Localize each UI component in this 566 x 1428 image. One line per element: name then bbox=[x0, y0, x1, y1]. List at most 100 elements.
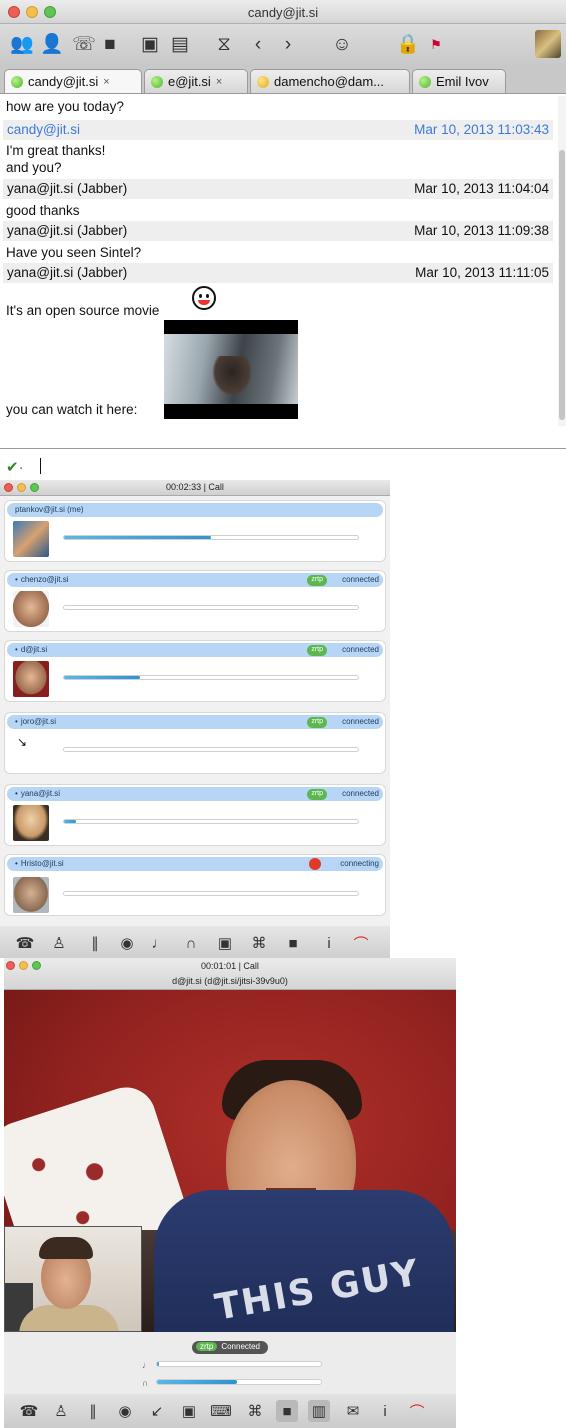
call-icon[interactable]: ☏ bbox=[72, 32, 96, 56]
transfer-icon[interactable]: ↙ bbox=[146, 1400, 168, 1422]
call-duration-title: 00:02:33 | Call bbox=[166, 482, 224, 492]
compose-divider[interactable] bbox=[0, 448, 566, 449]
chat-tabs: candy@jit.si × e@jit.si × damencho@dam..… bbox=[0, 66, 566, 94]
info-icon[interactable]: i bbox=[374, 1400, 396, 1422]
dialpad-icon[interactable]: ☎ bbox=[18, 1400, 40, 1422]
mic-level-fill bbox=[157, 1362, 159, 1366]
video-call-toolbar: ☎ ♙ ∥ ◉ ↙ ▣ ⌨ ⌘ ■ ▥ ✉ i ⌒ bbox=[4, 1394, 456, 1428]
lock-icon[interactable]: 🔒 bbox=[396, 32, 420, 56]
online-status-icon bbox=[151, 75, 163, 88]
conference-call-toolbar: ☎ ♙ ∥ ◉ ♩ ∩ ▣ ⌘ ■ i ⌒ bbox=[0, 926, 390, 958]
connection-status: connected bbox=[342, 645, 379, 654]
tab-damencho[interactable]: damencho@dam... bbox=[250, 69, 410, 93]
participant-avatar bbox=[13, 805, 49, 841]
hold-icon[interactable]: ∥ bbox=[82, 1400, 104, 1422]
participant-header: yana@jit.si zrtp connected bbox=[7, 787, 383, 801]
chat-titlebar: candy@jit.si bbox=[0, 0, 566, 24]
away-status-icon bbox=[257, 75, 269, 88]
audio-level-bar bbox=[63, 535, 359, 540]
audio-level-fill bbox=[64, 536, 211, 539]
hangup-icon[interactable]: ⌒ bbox=[350, 932, 372, 954]
record-icon[interactable]: ◉ bbox=[114, 1400, 136, 1422]
conference-add-icon[interactable]: ♙ bbox=[50, 1400, 72, 1422]
chat-icon[interactable]: ✉ bbox=[342, 1400, 364, 1422]
dialpad-icon[interactable]: ☎ bbox=[14, 932, 36, 954]
desktop-share-icon[interactable]: ▣ bbox=[178, 1400, 200, 1422]
local-participant-panel: ptankov@jit.si (me) bbox=[4, 500, 386, 562]
full-screen-icon[interactable]: ⌘ bbox=[244, 1400, 266, 1422]
participant-header: chenzo@jit.si zrtp connected bbox=[7, 573, 383, 587]
participant-panel: joro@jit.si zrtp connected ↘ bbox=[4, 712, 386, 774]
message-header: yana@jit.si (Jabber) Mar 10, 2013 11:11:… bbox=[3, 263, 553, 283]
desktop-share-icon[interactable]: ▣ bbox=[214, 932, 236, 954]
audio-level-bar bbox=[63, 747, 359, 752]
zrtp-secure-badge[interactable]: zrtp bbox=[307, 644, 327, 656]
info-icon[interactable]: i bbox=[318, 932, 340, 954]
forward-icon[interactable]: › bbox=[276, 32, 300, 56]
message-timestamp: Mar 10, 2013 11:03:43 bbox=[414, 122, 549, 137]
message-text: and you? bbox=[6, 160, 62, 175]
tab-candy[interactable]: candy@jit.si × bbox=[4, 69, 142, 93]
compose-format-icon[interactable]: ✔· bbox=[6, 458, 24, 476]
message-header: yana@jit.si (Jabber) Mar 10, 2013 11:04:… bbox=[3, 179, 553, 199]
tab-e[interactable]: e@jit.si × bbox=[144, 69, 248, 93]
participant-header: Hristo@jit.si connecting bbox=[7, 857, 383, 871]
zrtp-secure-badge[interactable]: zrtp bbox=[307, 788, 327, 800]
local-video-toggle-icon[interactable]: ▥ bbox=[308, 1400, 330, 1422]
conference-titlebar: 00:02:33 | Call bbox=[0, 480, 390, 496]
call-status-text: Connected bbox=[221, 1342, 261, 1351]
audio-level-fill bbox=[64, 820, 76, 823]
participant-avatar bbox=[13, 661, 49, 697]
conference-add-icon[interactable]: ♙ bbox=[48, 932, 70, 954]
hold-icon[interactable]: ∥ bbox=[84, 932, 106, 954]
add-contact-icon[interactable]: 👥 bbox=[10, 32, 34, 56]
participant-name: chenzo@jit.si bbox=[15, 575, 69, 584]
tab-label: Emil Ivov bbox=[436, 74, 489, 89]
contact-icon[interactable]: 👤 bbox=[40, 32, 64, 56]
participant-name: Hristo@jit.si bbox=[15, 859, 64, 868]
audio-level-fill bbox=[64, 676, 141, 679]
movie-figure bbox=[212, 356, 252, 396]
speaker-level-bar bbox=[156, 1379, 322, 1385]
history-icon[interactable]: ⧖ bbox=[212, 32, 236, 56]
microphone-icon[interactable]: ♩ bbox=[148, 932, 170, 954]
movie-thumbnail[interactable] bbox=[164, 320, 298, 419]
record-icon[interactable]: ◉ bbox=[116, 932, 138, 954]
smiley-icon[interactable]: ☺ bbox=[330, 32, 354, 56]
online-status-icon bbox=[419, 75, 431, 88]
zrtp-secure-badge[interactable]: zrtp bbox=[195, 1342, 218, 1351]
keyboard-icon[interactable]: ⌨ bbox=[210, 1400, 232, 1422]
tab-label: candy@jit.si bbox=[28, 74, 99, 89]
video-camera-icon[interactable]: ■ bbox=[276, 1400, 298, 1422]
hangup-icon[interactable]: ⌒ bbox=[406, 1400, 428, 1422]
sender-name: yana@jit.si (Jabber) bbox=[7, 181, 128, 196]
close-tab-icon[interactable]: × bbox=[216, 76, 222, 88]
participant-panel: d@jit.si zrtp connected bbox=[4, 640, 386, 702]
local-video-preview[interactable] bbox=[4, 1226, 142, 1332]
speaker-icon[interactable]: ∩ bbox=[180, 932, 202, 954]
video-call-window: 00:01:01 | Call d@jit.si (d@jit.si/jitsi… bbox=[4, 958, 456, 1428]
tab-emil-ivov[interactable]: Emil Ivov bbox=[412, 69, 506, 93]
preview-person-hair bbox=[39, 1237, 93, 1259]
account-avatar[interactable] bbox=[535, 30, 561, 58]
connection-error-icon bbox=[309, 858, 321, 870]
connection-status: connected bbox=[342, 717, 379, 726]
desktop-share-icon[interactable]: ▣ bbox=[138, 32, 162, 56]
back-icon[interactable]: ‹ bbox=[246, 32, 270, 56]
message-text: I'm great thanks! bbox=[6, 143, 106, 158]
send-file-icon[interactable]: ▤ bbox=[168, 32, 192, 56]
online-status-icon bbox=[11, 75, 23, 88]
full-screen-icon[interactable]: ⌘ bbox=[248, 932, 270, 954]
language-flag-icon[interactable]: ⚑ bbox=[424, 32, 448, 56]
video-call-icon[interactable]: ■ bbox=[98, 32, 122, 56]
call-status-row: zrtp Connected bbox=[4, 1336, 456, 1354]
zrtp-secure-badge[interactable]: zrtp bbox=[307, 574, 327, 586]
close-tab-icon[interactable]: × bbox=[103, 76, 109, 88]
chat-scrollbar-thumb[interactable] bbox=[559, 150, 565, 420]
message-text: good thanks bbox=[6, 203, 80, 218]
message-text: you can watch it here: bbox=[6, 402, 138, 417]
sender-name: yana@jit.si (Jabber) bbox=[7, 265, 128, 280]
zrtp-secure-badge[interactable]: zrtp bbox=[307, 716, 327, 728]
message-input-caret bbox=[40, 458, 41, 474]
video-camera-icon[interactable]: ■ bbox=[282, 932, 304, 954]
